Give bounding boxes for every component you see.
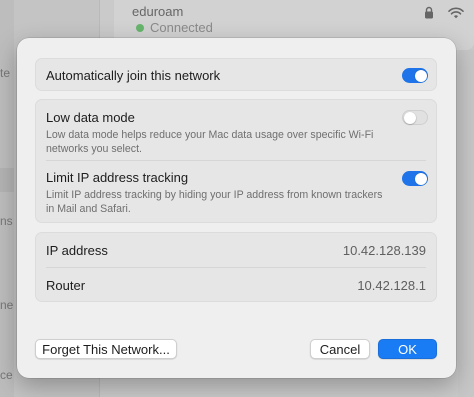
wifi-icon	[448, 6, 464, 24]
sidebar-selected-item	[0, 168, 14, 192]
limit-ip-tracking-toggle[interactable]	[402, 171, 428, 186]
low-data-mode-row: Low data mode Low data mode helps reduce…	[36, 100, 436, 160]
cancel-button[interactable]: Cancel	[310, 339, 370, 359]
auto-join-label: Automatically join this network	[46, 68, 221, 83]
low-data-mode-toggle[interactable]	[402, 110, 428, 125]
toggle-knob	[414, 69, 427, 82]
forget-network-button[interactable]: Forget This Network...	[35, 339, 177, 359]
sidebar-text-fragment: te	[0, 66, 11, 80]
router-value: 10.42.128.1	[357, 277, 426, 293]
privacy-group: Low data mode Low data mode helps reduce…	[35, 99, 437, 223]
network-icons	[424, 6, 464, 24]
network-status: Connected	[136, 20, 213, 35]
sidebar-text-fragment: ne	[0, 298, 14, 312]
lock-icon	[424, 6, 434, 24]
limit-ip-tracking-label: Limit IP address tracking	[46, 170, 189, 185]
limit-ip-tracking-row: Limit IP address tracking Limit IP addre…	[36, 161, 436, 223]
low-data-mode-description: Low data mode helps reduce your Mac data…	[46, 129, 374, 155]
auto-join-toggle[interactable]	[402, 68, 428, 83]
ip-address-label: IP address	[46, 242, 108, 258]
scroll-edge	[458, 50, 474, 397]
ip-address-value: 10.42.128.139	[342, 242, 426, 258]
network-details-dialog: Automatically join this network Low data…	[17, 38, 456, 378]
sidebar-text-fragment: ce	[0, 368, 13, 382]
network-name: eduroam	[132, 4, 184, 19]
sidebar-edge	[0, 0, 14, 397]
network-info-group: IP address 10.42.128.139 Router 10.42.12…	[35, 232, 437, 302]
auto-join-row: Automatically join this network	[36, 59, 436, 92]
toggle-knob	[404, 111, 416, 124]
toggle-knob	[414, 172, 427, 185]
ip-address-row: IP address 10.42.128.139	[36, 233, 436, 267]
sidebar-text-fragment: ns	[0, 214, 13, 228]
limit-ip-tracking-description: Limit IP address tracking by hiding your…	[46, 189, 383, 215]
auto-join-group: Automatically join this network	[35, 58, 437, 91]
router-label: Router	[46, 277, 86, 293]
network-status-label: Connected	[150, 20, 213, 35]
router-row: Router 10.42.128.1	[36, 268, 436, 302]
ok-button[interactable]: OK	[378, 339, 437, 359]
connected-dot-icon	[136, 23, 144, 32]
low-data-mode-label: Low data mode	[46, 110, 135, 125]
